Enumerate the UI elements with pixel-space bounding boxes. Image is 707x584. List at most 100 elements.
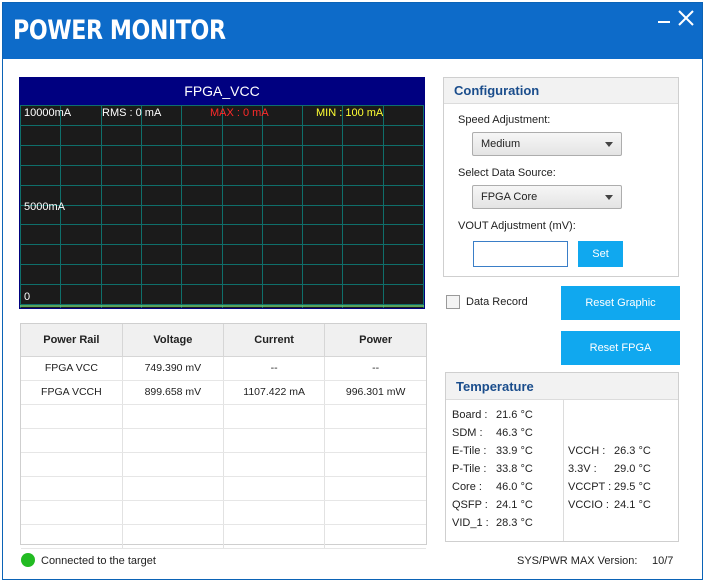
graph-grid xyxy=(20,105,424,308)
y-axis-zero-label: 0 xyxy=(24,291,31,303)
temperature-sensor-label: VCCH : xyxy=(568,445,606,457)
empty-row xyxy=(21,428,426,453)
reset-fpga-button[interactable]: Reset FPGA xyxy=(561,331,680,365)
rms-readout: RMS : 0 mA xyxy=(102,107,162,119)
window-title: POWER MONITOR xyxy=(13,15,226,46)
speed-adjustment-select[interactable]: Medium xyxy=(472,132,622,156)
data-source-label: Select Data Source: xyxy=(458,167,556,179)
empty-cell xyxy=(223,452,326,477)
temperature-sensor-value: 29.0 °C xyxy=(614,463,651,475)
column-header-current: Current xyxy=(223,324,326,357)
temperature-sensor-label: E-Tile : xyxy=(452,445,487,457)
empty-cell xyxy=(324,476,426,501)
empty-cell xyxy=(223,428,326,453)
temperature-sensor-label: 3.3V : xyxy=(568,463,597,475)
data-record-checkbox[interactable] xyxy=(446,295,460,309)
cell-current: -- xyxy=(223,356,326,381)
version-label: SYS/PWR MAX Version: xyxy=(517,555,638,567)
temperature-panel: Temperature Board : 21.6 °C SDM : 46.3 °C E-… xyxy=(445,372,679,542)
table-row: FPGA VCC 749.390 mV -- -- xyxy=(21,356,426,381)
chevron-down-icon xyxy=(605,142,613,147)
temperature-sensor-value: 26.3 °C xyxy=(614,445,651,457)
chevron-down-icon xyxy=(605,195,613,200)
temperature-sensor-label: QSFP : xyxy=(452,499,488,511)
title-bar: POWER MONITOR xyxy=(3,3,702,59)
empty-cell xyxy=(21,524,123,549)
temperature-sensor-value: 33.8 °C xyxy=(496,463,533,475)
empty-cell xyxy=(324,524,426,549)
empty-cell xyxy=(21,452,123,477)
empty-cell xyxy=(21,428,123,453)
empty-cell xyxy=(122,404,225,429)
speed-adjustment-value: Medium xyxy=(481,138,521,150)
empty-cell xyxy=(223,524,326,549)
minimize-icon[interactable] xyxy=(653,7,675,29)
data-source-select[interactable]: FPGA Core xyxy=(472,185,622,209)
temperature-sensor-value: 24.1 °C xyxy=(496,499,533,511)
y-axis-mid-label: 5000mA xyxy=(24,201,65,213)
empty-cell xyxy=(122,524,225,549)
cell-voltage: 749.390 mV xyxy=(122,356,225,381)
y-axis-top-label: 10000mA xyxy=(24,107,72,119)
vout-adjustment-label: VOUT Adjustment (mV): xyxy=(458,220,576,232)
temperature-sensor-label: Core : xyxy=(452,481,482,493)
column-header-voltage: Voltage xyxy=(122,324,225,357)
graph-plot-area: 10000mA RMS : 0 mA MAX : 0 mA MIN : 100 … xyxy=(20,105,424,308)
cell-rail: FPGA VCC xyxy=(21,356,123,381)
empty-cell xyxy=(122,476,225,501)
table-row: FPGA VCCH 899.658 mV 1107.422 mA 996.301… xyxy=(21,380,426,405)
empty-cell xyxy=(223,404,326,429)
empty-cell xyxy=(223,476,326,501)
empty-cell xyxy=(223,500,326,525)
empty-row xyxy=(21,452,426,477)
temperature-sensor-value: 28.3 °C xyxy=(496,517,533,529)
empty-cell xyxy=(21,476,123,501)
close-glyph xyxy=(678,10,694,26)
temperature-sensor-label: VID_1 : xyxy=(452,517,489,529)
power-rail-table: Power Rail Voltage Current Power FPGA VC… xyxy=(20,323,427,549)
data-record-label: Data Record xyxy=(466,296,528,308)
cell-rail: FPGA VCCH xyxy=(21,380,123,405)
column-header-power: Power xyxy=(324,324,426,357)
min-readout: MIN : 100 mA xyxy=(316,107,384,119)
temperature-sensor-value: 21.6 °C xyxy=(496,409,533,421)
connection-status-icon xyxy=(21,553,35,567)
configuration-title: Configuration xyxy=(444,78,678,104)
temperature-sensor-label: VCCPT : xyxy=(568,481,612,493)
cell-power: 996.301 mW xyxy=(324,380,426,405)
cell-power: -- xyxy=(324,356,426,381)
empty-cell xyxy=(21,500,123,525)
temperature-sensor-label: VCCIO : xyxy=(568,499,609,511)
graph-title: FPGA_VCC xyxy=(20,78,424,105)
empty-row xyxy=(21,524,426,549)
reset-graphic-button[interactable]: Reset Graphic xyxy=(561,286,680,320)
set-button[interactable]: Set xyxy=(578,241,623,267)
close-icon[interactable] xyxy=(675,7,697,29)
data-source-value: FPGA Core xyxy=(481,191,538,203)
empty-row xyxy=(21,500,426,525)
temperature-divider xyxy=(563,400,564,541)
empty-row xyxy=(21,476,426,501)
column-header-power-rail: Power Rail xyxy=(21,324,123,357)
cell-voltage: 899.658 mV xyxy=(122,380,225,405)
temperature-sensor-value: 29.5 °C xyxy=(614,481,651,493)
temperature-sensor-value: 46.3 °C xyxy=(496,427,533,439)
temperature-title: Temperature xyxy=(446,373,678,400)
temperature-sensor-label: SDM : xyxy=(452,427,483,439)
max-readout: MAX : 0 mA xyxy=(210,107,269,119)
empty-cell xyxy=(324,500,426,525)
temperature-sensor-label: P-Tile : xyxy=(452,463,487,475)
vout-input[interactable] xyxy=(473,241,568,267)
empty-cell xyxy=(324,452,426,477)
empty-cell xyxy=(21,404,123,429)
empty-cell xyxy=(122,428,225,453)
version-value: 10/7 xyxy=(652,555,674,567)
temperature-sensor-value: 46.0 °C xyxy=(496,481,533,493)
temperature-sensor-value: 24.1 °C xyxy=(614,499,651,511)
empty-cell xyxy=(122,500,225,525)
temperature-sensor-label: Board : xyxy=(452,409,488,421)
table-header-row: Power Rail Voltage Current Power xyxy=(21,324,426,357)
empty-cell xyxy=(324,404,426,429)
speed-adjustment-label: Speed Adjustment: xyxy=(458,114,551,126)
current-graph: FPGA_VCC 10000mA RMS : 0 mA MAX : 0 mA M… xyxy=(19,77,425,309)
